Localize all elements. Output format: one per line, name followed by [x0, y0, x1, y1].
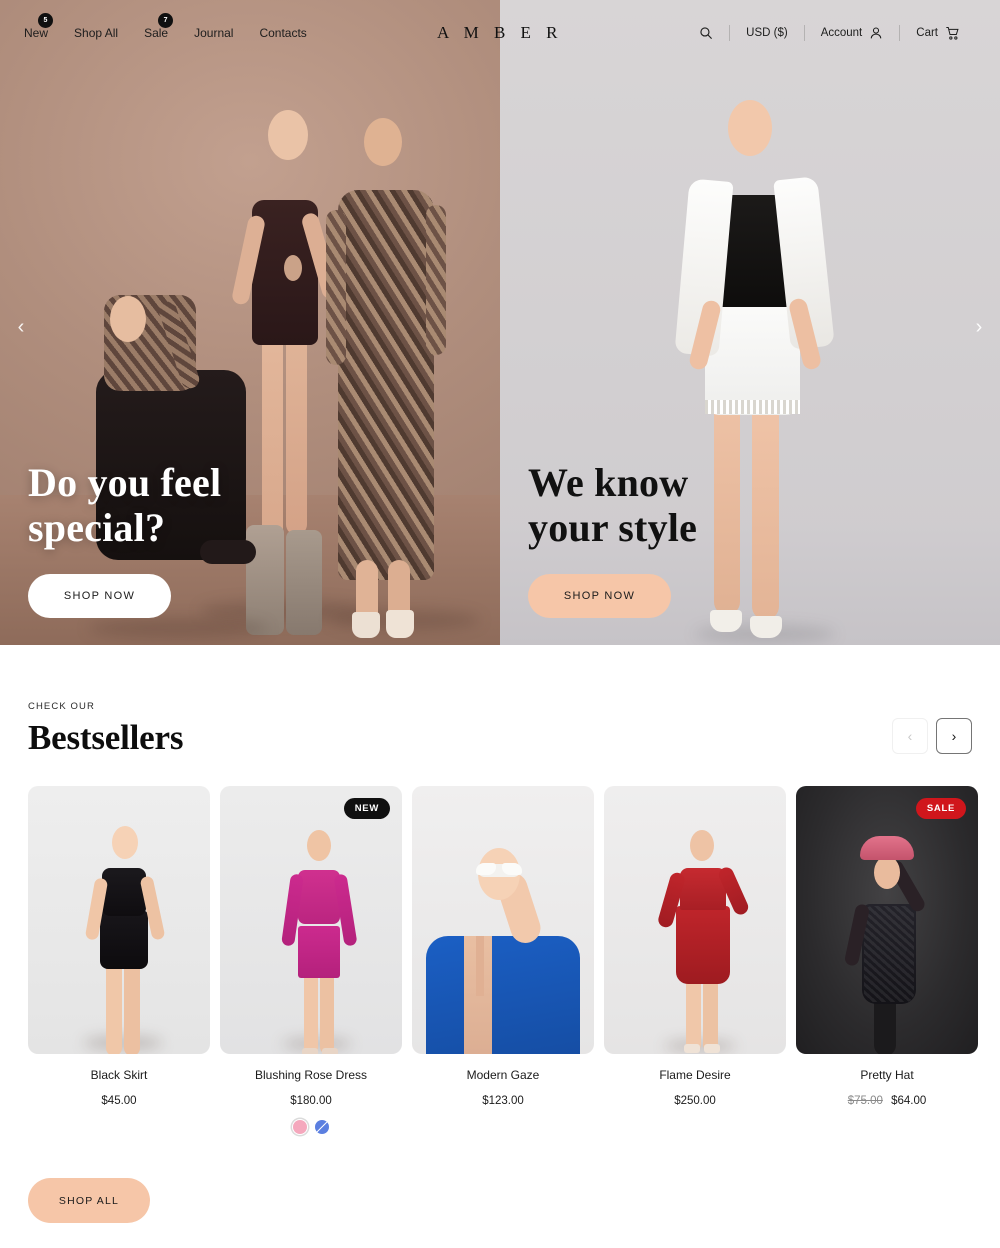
hero-headline-line1: Do you feel: [28, 459, 222, 505]
hero-slide-right[interactable]: We know your style SHOP NOW ›: [500, 0, 1000, 645]
hero-next-icon[interactable]: ›: [964, 312, 994, 342]
carousel-nav: ‹ ›: [892, 718, 972, 754]
hero-headline-line2: your style: [528, 504, 698, 550]
product-price-current: $64.00: [891, 1095, 927, 1107]
product-image[interactable]: SALE: [796, 786, 978, 1054]
product-price-current: $180.00: [290, 1095, 332, 1107]
nav-label: Journal: [194, 26, 234, 40]
product-price: $250.00: [604, 1095, 786, 1107]
product-image[interactable]: [28, 786, 210, 1054]
cart-icon: [945, 26, 960, 41]
nav-badge-new: 5: [38, 13, 53, 28]
product-badge-new: NEW: [343, 798, 390, 819]
currency-selector[interactable]: USD ($): [730, 27, 804, 39]
product-card[interactable]: SALE Pretty Hat $75.00 $64.00: [796, 786, 978, 1134]
hero-slide-left[interactable]: Do you feel special? SHOP NOW ‹: [0, 0, 500, 645]
product-price-current: $123.00: [482, 1095, 524, 1107]
hero-headline: We know your style: [528, 460, 697, 550]
hero-headline-line2: special?: [28, 504, 166, 550]
nav-item-sale[interactable]: Sale 7: [144, 13, 174, 40]
hero-headline: Do you feel special?: [28, 460, 221, 550]
product-image[interactable]: [604, 786, 786, 1054]
site-header: New 5 Shop All Sale 7 Journal Contacts A…: [0, 0, 1000, 66]
shop-all-button[interactable]: SHOP ALL: [28, 1178, 150, 1223]
nav-label: Contacts: [259, 26, 307, 40]
section-kicker: CHECK OUR: [28, 701, 95, 712]
utility-nav: USD ($) Account Cart: [683, 25, 976, 41]
hero-headline-line1: We know: [528, 459, 689, 505]
product-price: $45.00: [28, 1095, 210, 1107]
product-price-current: $45.00: [101, 1095, 137, 1107]
product-price: $180.00: [220, 1095, 402, 1107]
nav-label: Sale: [144, 26, 169, 40]
user-icon: [869, 26, 883, 40]
product-title: Modern Gaze: [466, 1068, 540, 1082]
nav-badge-sale: 7: [158, 13, 174, 28]
section-title-group: CHECK OUR Bestsellers: [28, 701, 183, 758]
color-swatch-sold-out[interactable]: [315, 1120, 329, 1134]
hero-shop-now-button-right[interactable]: SHOP NOW: [528, 574, 671, 618]
nav-item-new[interactable]: New 5: [24, 13, 53, 40]
product-price: $75.00 $64.00: [796, 1095, 978, 1107]
carousel-next-button[interactable]: ›: [936, 718, 972, 754]
section-header: CHECK OUR Bestsellers ‹ ›: [28, 645, 972, 758]
product-image[interactable]: NEW: [220, 786, 402, 1054]
account-label: Account: [820, 27, 863, 39]
product-grid: Black Skirt $45.00 NEW Blushing Rose Dre…: [28, 786, 978, 1134]
cart-button[interactable]: Cart: [900, 26, 976, 41]
nav-item-shop-all[interactable]: Shop All: [74, 26, 118, 40]
nav-item-contacts[interactable]: Contacts: [259, 26, 306, 40]
color-swatch-selected[interactable]: [293, 1120, 307, 1134]
product-card[interactable]: Modern Gaze $123.00: [412, 786, 594, 1134]
nav-item-journal[interactable]: Journal: [194, 26, 233, 40]
cart-label: Cart: [916, 27, 938, 39]
product-title: Pretty Hat: [860, 1068, 914, 1082]
hero-prev-icon[interactable]: ‹: [6, 312, 36, 342]
nav-label: Shop All: [74, 26, 119, 40]
product-swatches: [220, 1120, 402, 1134]
product-price-current: $250.00: [674, 1095, 716, 1107]
product-price-original: $75.00: [847, 1095, 883, 1107]
product-title: Blushing Rose Dress: [254, 1068, 368, 1082]
product-badge-sale: SALE: [915, 798, 966, 819]
hero-carousel[interactable]: Do you feel special? SHOP NOW ‹ We know …: [0, 0, 1000, 645]
product-price: $123.00: [412, 1095, 594, 1107]
product-image[interactable]: [412, 786, 594, 1054]
section-title: Bestsellers: [28, 718, 184, 757]
carousel-prev-button[interactable]: ‹: [892, 718, 928, 754]
hero-shop-now-button-left[interactable]: SHOP NOW: [28, 574, 171, 618]
product-title: Flame Desire: [659, 1068, 731, 1082]
primary-nav: New 5 Shop All Sale 7 Journal Contacts: [24, 13, 307, 40]
nav-label: New: [24, 26, 49, 40]
search-button[interactable]: [683, 26, 729, 40]
product-card[interactable]: Flame Desire $250.00: [604, 786, 786, 1134]
product-card[interactable]: NEW Blushing Rose Dress $180.00: [220, 786, 402, 1134]
bestsellers-section: CHECK OUR Bestsellers ‹ › Black Skirt $4…: [0, 645, 1000, 1134]
product-card[interactable]: Black Skirt $45.00: [28, 786, 210, 1134]
product-title: Black Skirt: [90, 1068, 148, 1082]
currency-label: USD ($): [746, 27, 788, 39]
account-button[interactable]: Account: [805, 26, 900, 40]
search-icon: [699, 26, 713, 40]
